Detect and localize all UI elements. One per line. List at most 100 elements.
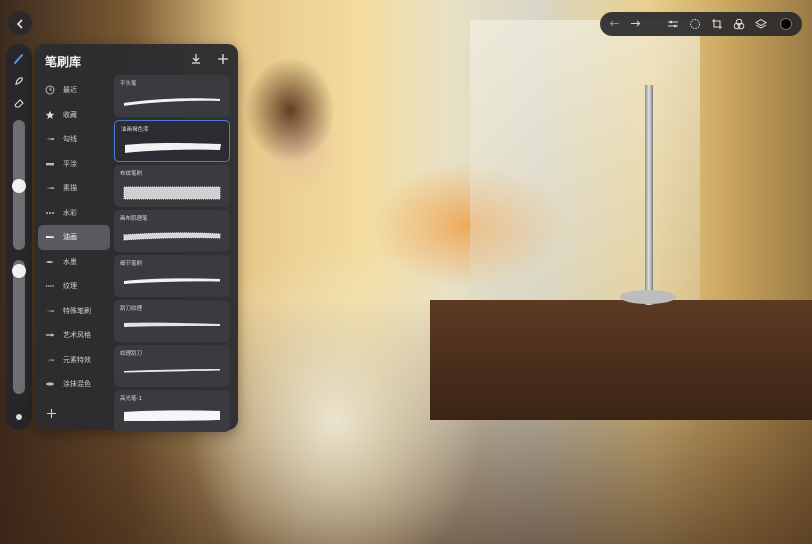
category-lineart[interactable]: 勾线: [38, 127, 110, 152]
chevron-left-icon: [15, 14, 25, 33]
eraser-tool-button[interactable]: [11, 95, 27, 111]
brush-opacity-slider-knob[interactable]: [12, 264, 26, 278]
category-label: 特殊笔刷: [63, 306, 91, 315]
category-blending[interactable]: 涂抹混色: [38, 372, 110, 397]
clock-icon: [44, 84, 56, 96]
category-label: 油画: [63, 233, 77, 242]
category-label: 勾线: [63, 135, 77, 144]
lasso-icon: [689, 15, 701, 34]
brush-tip-icon: [44, 256, 56, 268]
candlestick-base: [620, 290, 676, 304]
category-label: 水彩: [63, 208, 77, 217]
category-texture[interactable]: 纹理: [38, 274, 110, 299]
category-oil[interactable]: 油画: [38, 225, 110, 250]
adjustments-button[interactable]: [666, 17, 680, 31]
brush-size-slider[interactable]: [12, 120, 26, 250]
category-label: 平涂: [63, 159, 77, 168]
brush-category-list: 最近 收藏 勾线 平涂 素描 水彩 油画 水墨 纹理 特殊笔刷 艺术风格 元素特…: [38, 78, 110, 397]
back-button[interactable]: [8, 11, 32, 35]
category-label: 素描: [63, 184, 77, 193]
category-ink[interactable]: 水墨: [38, 250, 110, 275]
brush-stroke-preview: [123, 186, 221, 200]
category-favorites[interactable]: 收藏: [38, 103, 110, 128]
brush-stroke-preview: [124, 410, 220, 421]
layers-button[interactable]: [754, 17, 768, 31]
category-flat[interactable]: 平涂: [38, 152, 110, 177]
add-category-button[interactable]: [44, 406, 58, 420]
painted-table: [430, 300, 812, 420]
brush-size-slider-knob[interactable]: [12, 179, 26, 193]
brush-opacity-slider[interactable]: [12, 260, 26, 394]
brush-tip-icon: [44, 182, 56, 194]
smudge-tool-button[interactable]: [11, 73, 27, 89]
import-button[interactable]: [189, 52, 203, 66]
window-light: [470, 20, 700, 300]
category-label: 最近: [63, 86, 77, 95]
venn-circles-icon: [733, 15, 745, 34]
category-sketch[interactable]: 素描: [38, 176, 110, 201]
dot-icon: [16, 414, 22, 420]
star-icon: [44, 109, 56, 121]
category-watercolor[interactable]: 水彩: [38, 201, 110, 226]
category-art-style[interactable]: 艺术风格: [38, 323, 110, 348]
brush-stroke-preview: [123, 232, 221, 241]
blend-button[interactable]: [732, 17, 746, 31]
smudge-icon: [13, 72, 25, 91]
selection-button[interactable]: [688, 17, 702, 31]
brush-item[interactable]: 油画褐色漆: [114, 120, 230, 162]
brush-library-panel: 笔刷库 最近 收藏 勾线 平涂 素描 水彩 油画 水墨 纹理 特殊笔刷 艺术风格…: [35, 44, 238, 432]
brush-name: 纹理刮刀: [120, 351, 143, 357]
brush-tip-icon: [44, 231, 56, 243]
add-brush-button[interactable]: [216, 52, 230, 66]
brush-name: 细节笔刷: [120, 261, 143, 267]
redo-icon: [629, 15, 641, 34]
brush-tip-icon: [44, 329, 56, 341]
brush-tip-icon: [44, 354, 56, 366]
brush-name: 油画褐色漆: [121, 127, 149, 133]
brush-tip-icon: [44, 305, 56, 317]
candlestick: [645, 85, 653, 305]
brush-name: 高光笔-1: [120, 396, 142, 402]
brush-item[interactable]: 纹理刮刀: [114, 345, 230, 387]
plus-icon: [217, 50, 229, 69]
brush-item[interactable]: 高光笔-1: [114, 390, 230, 432]
panel-title: 笔刷库: [45, 55, 82, 69]
brush-item[interactable]: 画布肌理笔: [114, 210, 230, 252]
brush-stroke-preview: [124, 98, 220, 106]
category-label: 元素特效: [63, 355, 91, 364]
modify-button[interactable]: [8, 406, 30, 428]
redo-button[interactable]: [628, 17, 642, 31]
brush-tip-icon: [44, 158, 56, 170]
category-label: 水墨: [63, 257, 77, 266]
undo-button[interactable]: [608, 17, 622, 31]
category-label: 纹理: [63, 282, 77, 291]
brush-tip-icon: [44, 280, 56, 292]
category-elements[interactable]: 元素特效: [38, 348, 110, 373]
brush-tool-button[interactable]: [11, 51, 27, 67]
category-label: 涂抹混色: [63, 380, 91, 389]
paintbrush-icon: [13, 50, 25, 69]
brush-item[interactable]: 细节笔刷: [114, 255, 230, 297]
color-picker-button[interactable]: [780, 18, 792, 30]
category-label: 艺术风格: [63, 331, 91, 340]
transform-button[interactable]: [710, 17, 724, 31]
brush-name: 布纹笔刷: [120, 171, 143, 177]
brush-tip-icon: [44, 207, 56, 219]
brush-stroke-preview: [124, 278, 220, 284]
brush-name: 画布肌理笔: [120, 216, 148, 222]
brush-item[interactable]: 布纹笔刷: [114, 165, 230, 207]
top-toolbar: [600, 12, 802, 36]
undo-icon: [609, 15, 621, 34]
category-recent[interactable]: 最近: [38, 78, 110, 103]
brush-list: 平头笔 油画褐色漆 布纹笔刷 画布肌理笔 细节笔刷 刮刀纹理 纹理刮刀 高光笔-…: [114, 75, 230, 435]
brush-name: 刮刀纹理: [120, 306, 143, 312]
brush-item[interactable]: 平头笔: [114, 75, 230, 117]
crop-icon: [711, 15, 723, 34]
brush-name: 平头笔: [120, 81, 137, 87]
brush-tip-icon: [44, 378, 56, 390]
brush-tip-icon: [44, 133, 56, 145]
brush-stroke-preview: [124, 322, 220, 327]
category-special[interactable]: 特殊笔刷: [38, 299, 110, 324]
brush-item[interactable]: 刮刀纹理: [114, 300, 230, 342]
download-icon: [190, 50, 202, 69]
